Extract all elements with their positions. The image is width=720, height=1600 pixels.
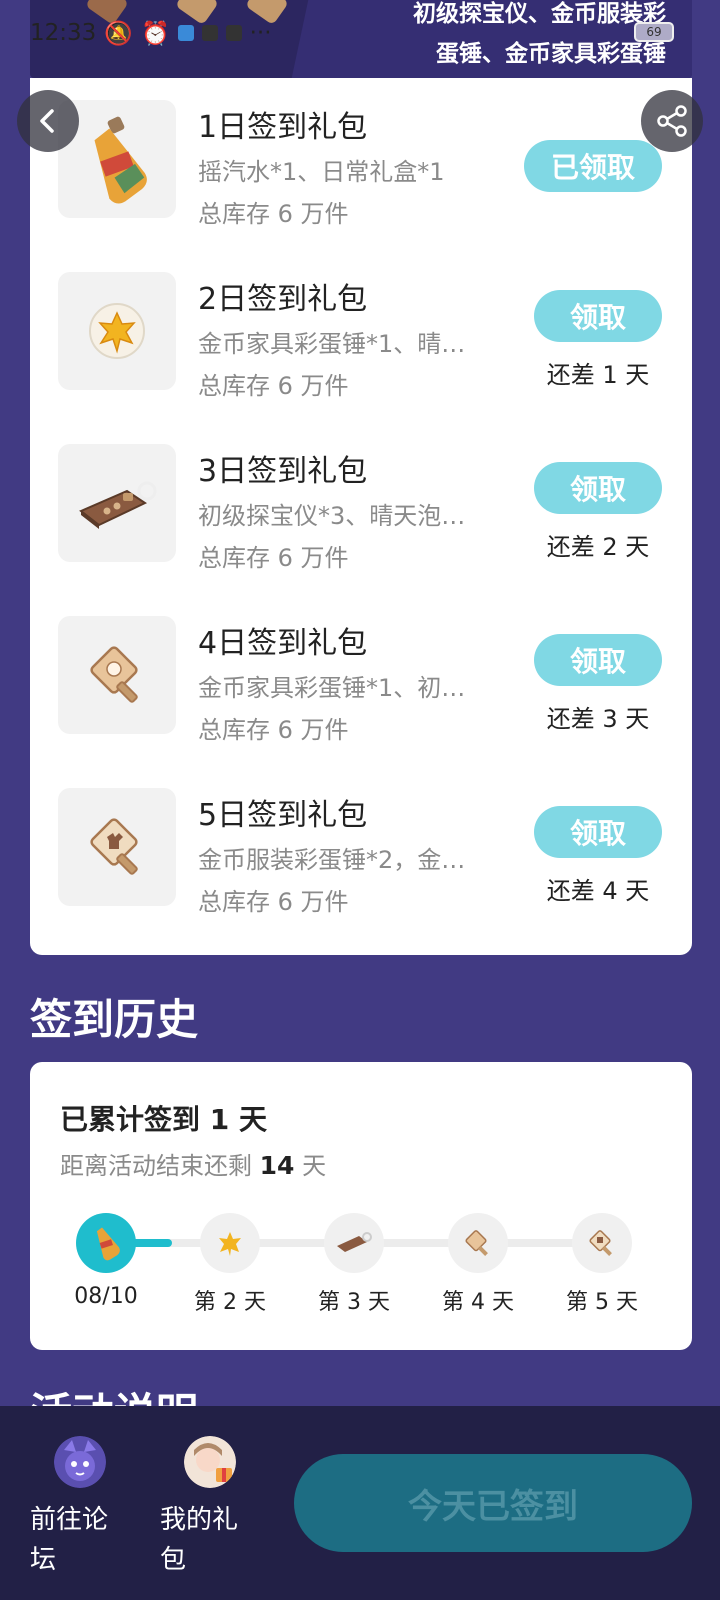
my-gifts-label: 我的礼包 bbox=[160, 1505, 239, 1575]
gift-description: 金币家具彩蛋锤*1、晴… bbox=[198, 330, 466, 358]
my-gifts-link[interactable]: 我的礼包 bbox=[160, 1436, 250, 1580]
gift-title: 3日签到礼包 bbox=[198, 454, 368, 489]
days-remaining: 还差 1 天 bbox=[546, 361, 650, 389]
days-remaining: 还差 3 天 bbox=[546, 705, 650, 733]
bottom-action-bar: 前往论坛 我的礼包 今天已签到 bbox=[0, 1406, 720, 1600]
total-signed-days: 已累计签到 1 天 bbox=[60, 1103, 267, 1136]
event-remaining: 距离活动结束还剩 14 天 bbox=[60, 1146, 326, 1181]
remaining-days: 14 bbox=[259, 1151, 295, 1180]
gift-pack-list: 1日签到礼包 摇汽水*1、日常礼盒*1 总库存 6 万件 已领取 2日签到礼包 … bbox=[30, 78, 692, 955]
battery-icon: 69 bbox=[634, 22, 674, 42]
forum-mascot-icon bbox=[54, 1436, 106, 1488]
share-icon bbox=[657, 105, 687, 137]
day-node-4 bbox=[448, 1213, 508, 1273]
treasure-detector-icon bbox=[79, 481, 157, 529]
banner-text: 初级探宝仪、金币服装彩 蛋锤、金币家具彩蛋锤 bbox=[413, 0, 666, 74]
claim-button[interactable]: 领取 bbox=[534, 462, 662, 514]
history-section-title: 签到历史 bbox=[30, 995, 199, 1044]
gift-avatar-icon bbox=[184, 1436, 236, 1488]
soda-bottle-icon bbox=[94, 116, 147, 204]
sunny-bubble-icon bbox=[219, 1232, 241, 1256]
app-notification-icon bbox=[201, 25, 218, 41]
gift-description: 金币服装彩蛋锤*2，金… bbox=[198, 846, 466, 874]
gift-thumbnail bbox=[58, 444, 176, 562]
claim-button[interactable]: 领取 bbox=[534, 634, 662, 686]
gift-row: 3日签到礼包 初级探宝仪*3、晴天泡… 总库存 6 万件 领取 还差 2 天 bbox=[30, 422, 692, 597]
sunny-bubble-icon bbox=[89, 303, 145, 359]
gift-description: 金币家具彩蛋锤*1、初… bbox=[198, 674, 466, 702]
day-node-5 bbox=[572, 1213, 632, 1273]
days-remaining: 还差 2 天 bbox=[546, 533, 650, 561]
gift-title: 4日签到礼包 bbox=[198, 626, 368, 661]
gift-stock: 总库存 6 万件 bbox=[198, 888, 349, 916]
soda-bottle-icon bbox=[96, 1227, 120, 1261]
gift-description: 初级探宝仪*3、晴天泡… bbox=[198, 502, 466, 530]
day-label: 第 4 天 bbox=[442, 1290, 514, 1315]
alarm-icon: ⏰ bbox=[140, 20, 170, 47]
gift-row: 5日签到礼包 金币服装彩蛋锤*2，金… 总库存 6 万件 领取 还差 4 天 bbox=[30, 766, 692, 941]
remaining-prefix: 距离活动结束还剩 bbox=[60, 1152, 252, 1180]
gift-row: 4日签到礼包 金币家具彩蛋锤*1、初… 总库存 6 万件 领取 还差 3 天 bbox=[30, 594, 692, 769]
banner-line-1: 初级探宝仪、金币服装彩 bbox=[413, 1, 666, 27]
gift-stock: 总库存 6 万件 bbox=[198, 544, 349, 572]
back-button[interactable] bbox=[17, 90, 79, 152]
gift-thumbnail bbox=[58, 788, 176, 906]
gift-thumbnail bbox=[58, 272, 176, 390]
claim-button[interactable]: 领取 bbox=[534, 806, 662, 858]
gift-thumbnail bbox=[58, 616, 176, 734]
forum-label: 前往论坛 bbox=[30, 1505, 109, 1575]
day-node-3 bbox=[324, 1213, 384, 1273]
gift-title: 1日签到礼包 bbox=[198, 110, 368, 145]
share-button[interactable] bbox=[641, 90, 703, 152]
claim-button[interactable]: 领取 bbox=[534, 290, 662, 342]
status-right: 69 bbox=[634, 22, 674, 42]
gift-title: 5日签到礼包 bbox=[198, 798, 368, 833]
chevron-left-icon bbox=[40, 109, 54, 133]
furniture-hammer-icon bbox=[90, 646, 138, 703]
gift-row: 2日签到礼包 金币家具彩蛋锤*1、晴… 总库存 6 万件 领取 还差 1 天 bbox=[30, 250, 692, 425]
mute-icon: 🔕 bbox=[104, 20, 133, 47]
day-label: 08/10 bbox=[74, 1284, 138, 1309]
more-notifications-icon: ··· bbox=[249, 20, 272, 46]
clothing-hammer-icon bbox=[589, 1230, 612, 1256]
clothing-hammer-icon bbox=[90, 818, 138, 875]
gift-description: 摇汽水*1、日常礼盒*1 bbox=[198, 158, 445, 186]
status-bar: 12:33 🔕 ⏰ ··· bbox=[30, 18, 272, 48]
gift-title: 2日签到礼包 bbox=[198, 282, 368, 317]
status-time: 12:33 bbox=[30, 20, 97, 46]
days-remaining: 还差 4 天 bbox=[546, 877, 650, 905]
gift-stock: 总库存 6 万件 bbox=[198, 716, 349, 744]
battery-level: 69 bbox=[646, 25, 662, 39]
app-notification-icon bbox=[225, 25, 242, 41]
remaining-suffix: 天 bbox=[302, 1152, 327, 1180]
app-notification-icon bbox=[177, 25, 194, 41]
day-node-1 bbox=[76, 1213, 136, 1273]
day-label: 第 3 天 bbox=[318, 1290, 390, 1315]
banner-line-2: 蛋锤、金币家具彩蛋锤 bbox=[436, 41, 666, 67]
day-label: 第 5 天 bbox=[566, 1290, 638, 1315]
gift-row: 1日签到礼包 摇汽水*1、日常礼盒*1 总库存 6 万件 已领取 bbox=[30, 78, 692, 253]
day-label: 第 2 天 bbox=[194, 1290, 266, 1315]
gift-stock: 总库存 6 万件 bbox=[198, 372, 349, 400]
day-node-2 bbox=[200, 1213, 260, 1273]
forum-link[interactable]: 前往论坛 bbox=[30, 1436, 120, 1580]
history-card: 已累计签到 1 天 距离活动结束还剩 14 天 08/10 第 2 天 第 3 … bbox=[30, 1062, 692, 1350]
treasure-detector-icon bbox=[337, 1232, 372, 1252]
signed-today-button[interactable]: 今天已签到 bbox=[294, 1454, 692, 1552]
claimed-button[interactable]: 已领取 bbox=[524, 140, 662, 192]
furniture-hammer-icon bbox=[465, 1230, 488, 1256]
gift-stock: 总库存 6 万件 bbox=[198, 200, 349, 228]
